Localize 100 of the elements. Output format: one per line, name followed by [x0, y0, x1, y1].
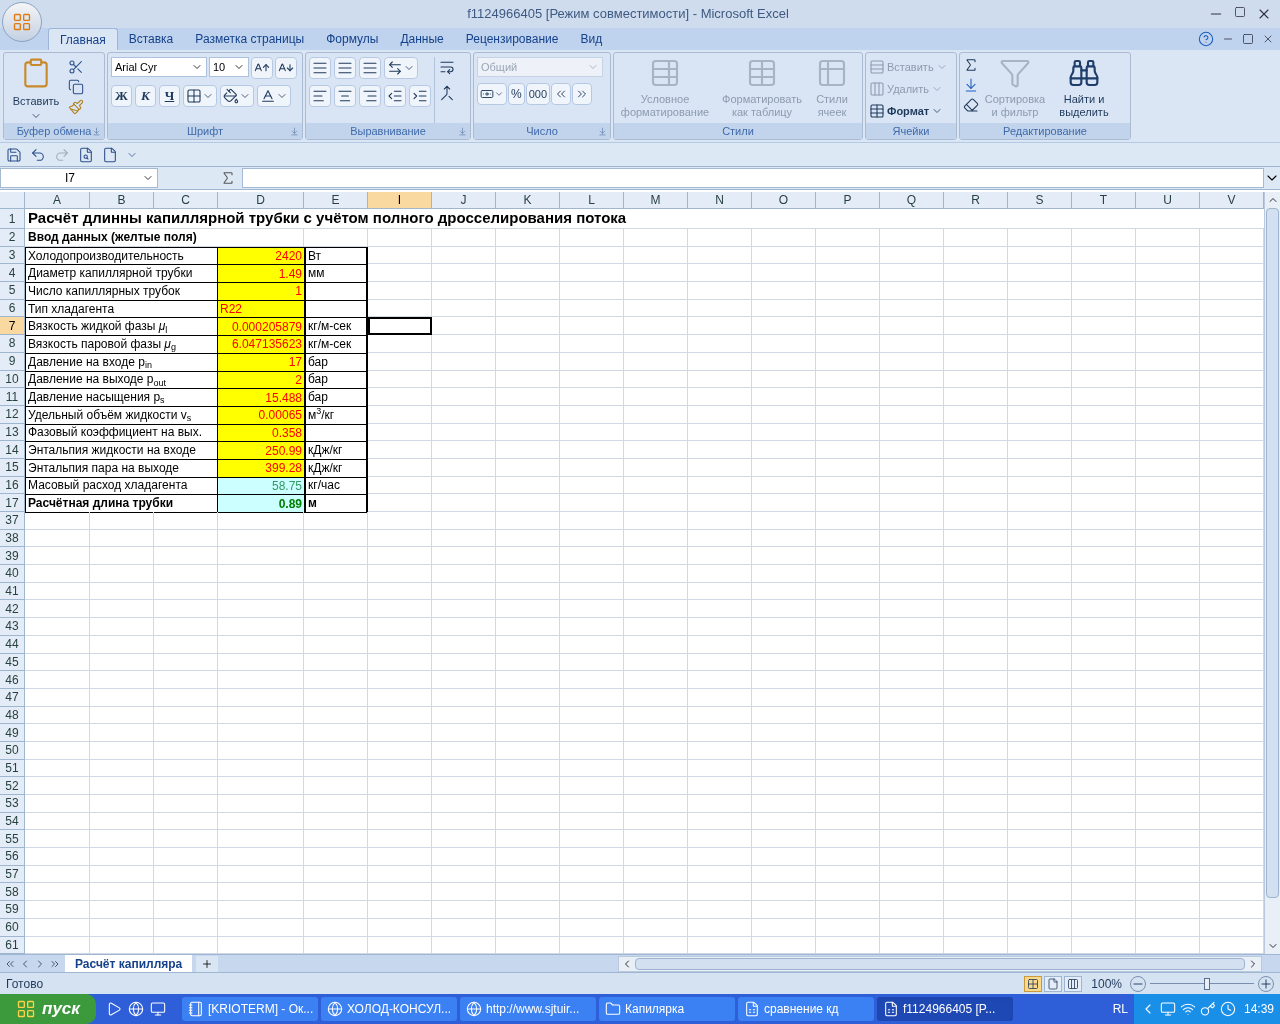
align-left-button[interactable] [309, 85, 331, 107]
column-header[interactable]: U [1136, 192, 1200, 209]
column-header[interactable]: N [688, 192, 752, 209]
row-header[interactable]: 40 [0, 565, 25, 583]
increase-decimal-button[interactable] [551, 83, 572, 105]
browser-icon[interactable] [128, 1001, 144, 1017]
column-header[interactable]: C [154, 192, 218, 209]
grow-font-button[interactable] [251, 57, 273, 79]
thousands-button[interactable]: 000 [525, 83, 551, 105]
wifi-icon[interactable] [1179, 1001, 1196, 1017]
underline-button[interactable]: Ч [159, 85, 180, 107]
column-header[interactable]: O [752, 192, 816, 209]
align-middle-button[interactable] [334, 57, 356, 79]
taskbar-button[interactable]: http://www.sjtuir... [460, 997, 596, 1021]
media-player-icon[interactable] [106, 1001, 122, 1017]
row-header[interactable]: 4 [0, 264, 25, 283]
column-header[interactable]: I [368, 192, 432, 209]
ribbon-tab[interactable]: Разметка страницы [184, 28, 316, 50]
sheet-tab[interactable]: Расчёт капилляра [65, 954, 193, 973]
row-header[interactable]: 56 [0, 848, 25, 866]
paste-button[interactable]: Вставить [7, 57, 65, 123]
decrease-indent-button[interactable] [384, 85, 406, 107]
column-header[interactable]: S [1008, 192, 1072, 209]
bold-button[interactable]: Ж [111, 85, 132, 107]
start-button[interactable]: пуск [0, 994, 96, 1024]
function-icon[interactable] [220, 170, 236, 186]
editing-button[interactable]: Найти и выделить [1051, 57, 1117, 123]
view-button[interactable] [1044, 975, 1063, 992]
save-icon[interactable] [6, 146, 22, 163]
office-button[interactable] [2, 2, 42, 42]
key-icon[interactable] [1199, 1001, 1216, 1017]
ribbon-tab[interactable]: Формулы [315, 28, 390, 50]
column-header[interactable]: E [304, 192, 368, 209]
align-bottom-button[interactable] [359, 57, 381, 79]
horizontal-scrollbar[interactable] [618, 955, 1262, 972]
wrap-text-icon[interactable] [439, 59, 455, 75]
row-header[interactable]: 14 [0, 441, 25, 459]
scroll-thumb[interactable] [635, 957, 1245, 970]
help-icon[interactable] [1198, 31, 1214, 47]
column-header[interactable]: Q [880, 192, 944, 209]
italic-button[interactable]: К [135, 85, 156, 107]
row-header[interactable]: 49 [0, 724, 25, 742]
font-color-button[interactable] [257, 85, 291, 107]
row-header[interactable]: 53 [0, 795, 25, 813]
taskbar-button[interactable]: f1124966405 [P... [877, 997, 1013, 1021]
row-header[interactable]: 17 [0, 494, 25, 512]
column-header[interactable]: B [90, 192, 154, 209]
row-header[interactable]: 43 [0, 618, 25, 636]
column-header[interactable]: P [816, 192, 880, 209]
row-header[interactable]: 58 [0, 883, 25, 902]
insert-sheet-button[interactable] [196, 955, 219, 972]
undo-icon[interactable] [30, 146, 46, 163]
ribbon-tab[interactable]: Рецензирование [454, 28, 570, 50]
fill-down-icon[interactable] [963, 77, 979, 93]
row-header[interactable]: 55 [0, 830, 25, 849]
desktop-icon[interactable] [150, 1001, 166, 1017]
row-header[interactable]: 42 [0, 600, 25, 619]
row-header[interactable]: 8 [0, 335, 25, 353]
column-header[interactable]: K [496, 192, 560, 209]
taskbar-button[interactable]: [KRIOTERM] - Ок... [182, 997, 318, 1021]
ribbon-tab[interactable]: Вставка [117, 28, 185, 50]
row-header[interactable]: 5 [0, 282, 25, 300]
font-size-field[interactable]: 10 [209, 57, 249, 77]
column-header[interactable]: R [944, 192, 1008, 209]
formula-field[interactable] [242, 168, 1264, 188]
clock-icon[interactable] [1219, 1001, 1236, 1017]
vertical-scrollbar[interactable] [1264, 192, 1280, 954]
new-file-icon[interactable] [102, 146, 118, 163]
column-header[interactable]: M [624, 192, 688, 209]
restore-icon[interactable] [1242, 33, 1254, 45]
orientation-button[interactable] [384, 57, 418, 79]
row-header[interactable]: 37 [0, 512, 25, 530]
cells-button[interactable]: Формат [869, 101, 948, 121]
format-painter-icon[interactable] [68, 99, 84, 115]
zoom-slider[interactable] [1150, 977, 1254, 990]
zoom-slider-thumb[interactable] [1204, 977, 1211, 990]
ribbon-tab[interactable]: Главная [48, 28, 118, 50]
row-header[interactable]: 11 [0, 388, 25, 406]
font-name-field[interactable]: Arial Cyr [111, 57, 207, 77]
ribbon-tab[interactable]: Вид [569, 28, 614, 50]
taskbar-button[interactable]: сравнение кд [738, 997, 874, 1021]
increase-indent-button[interactable] [409, 85, 431, 107]
column-header[interactable]: J [432, 192, 496, 209]
column-header[interactable]: A [25, 192, 90, 209]
view-button[interactable] [1064, 975, 1083, 992]
eraser-icon[interactable] [963, 97, 979, 113]
row-header[interactable]: 59 [0, 901, 25, 919]
network-icon[interactable] [1159, 1001, 1176, 1017]
shrink-font-button[interactable] [275, 57, 297, 79]
align-center-button[interactable] [334, 85, 356, 107]
autosum-icon[interactable] [963, 57, 979, 73]
row-header[interactable]: 46 [0, 671, 25, 689]
maximize-icon[interactable] [1234, 6, 1246, 18]
row-header[interactable]: 7 [0, 317, 25, 336]
borders-button[interactable] [183, 85, 217, 107]
name-box[interactable]: I7 [0, 168, 158, 188]
close-icon[interactable] [1262, 33, 1274, 45]
cut-icon[interactable] [68, 59, 84, 75]
fill-color-button[interactable] [220, 85, 254, 107]
column-header[interactable]: T [1072, 192, 1136, 209]
